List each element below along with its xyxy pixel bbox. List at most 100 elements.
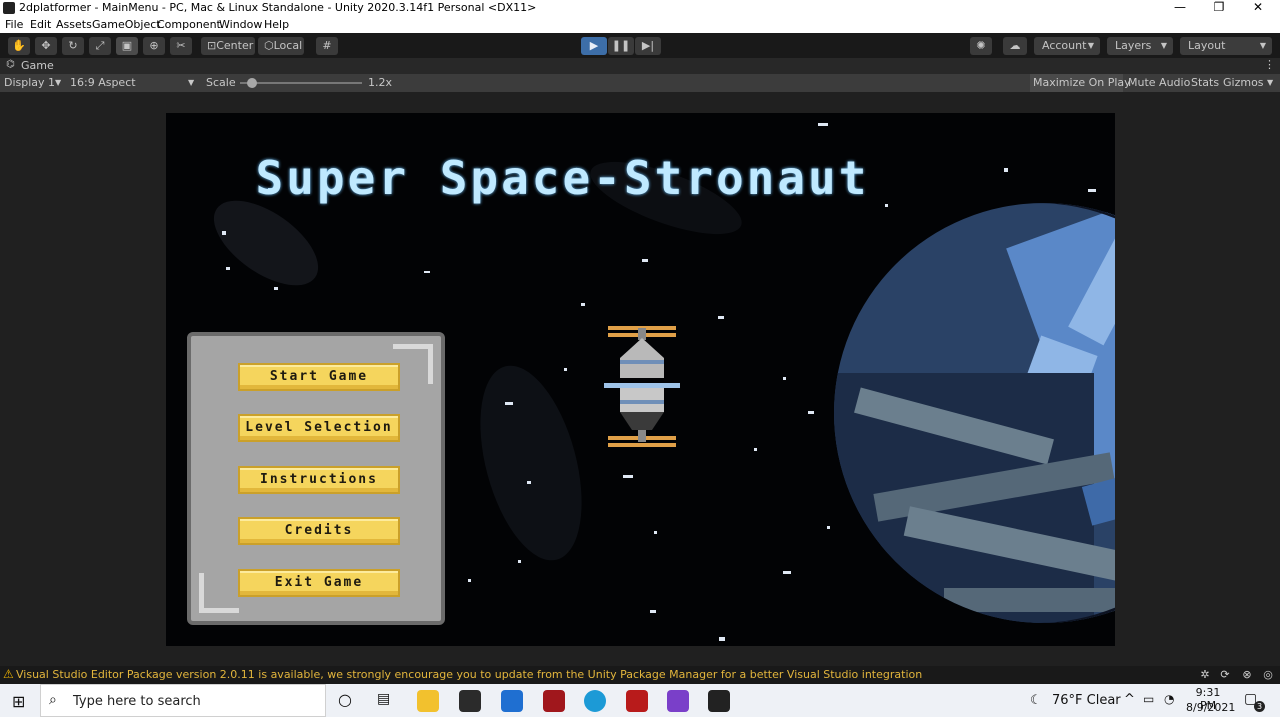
panel-corner-decoration [199,573,239,613]
gizmos-dropdown[interactable]: Gizmos [1223,76,1264,89]
star [818,123,828,126]
rotate-tool-icon[interactable]: ↻ [62,37,84,55]
mute-audio-toggle[interactable]: Mute Audio [1128,76,1190,89]
planet-image [834,203,1115,623]
game-app-icon[interactable] [626,690,648,712]
windows-start-icon[interactable]: ⊞ [12,692,25,711]
menu-component[interactable]: Component [157,18,221,31]
scale-slider-track[interactable] [240,82,362,84]
game-render-area[interactable]: Super Space-Stronaut Start Game Level Se [166,113,1115,646]
account-dropdown[interactable]: Account ▼ [1034,37,1100,55]
layout-dropdown[interactable]: Layout ▼ [1180,37,1272,55]
menu-window[interactable]: Window [219,18,262,31]
tab-menu-icon[interactable]: ⋮ [1264,58,1275,71]
taskbar-search-box[interactable]: ⌕ Type here to search [40,684,326,717]
grid-snap-icon[interactable]: # [316,37,338,55]
pause-button[interactable]: ❚❚ [608,37,634,55]
chevron-up-icon[interactable]: ^ [1124,692,1135,707]
console-status-bar[interactable]: ⚠ Visual Studio Editor Package version 2… [0,666,1280,684]
scale-tool-icon[interactable]: ⤢ [89,37,111,55]
menu-help[interactable]: Help [264,18,289,31]
scale-slider-thumb[interactable] [247,78,258,88]
menu-edit[interactable]: Edit [30,18,51,31]
star [274,287,278,290]
star [654,531,657,534]
game-tab-row: ⌬ Game ⋮ [0,58,1280,74]
tab-game[interactable]: Game [21,59,54,72]
task-view-icon[interactable]: ▤ [377,691,390,707]
star [642,259,648,262]
window-title: 2dplatformer - MainMenu - PC, Mac & Linu… [19,1,537,14]
wifi-icon[interactable]: ◔ [1164,692,1174,706]
minimize-button[interactable]: — [1160,0,1200,16]
store-icon[interactable] [459,690,481,712]
pivot-local-toggle[interactable]: ⬡Local [258,37,304,55]
star [650,610,656,613]
rect-tool-icon[interactable]: ▣ [116,37,138,55]
debug-icon[interactable]: ✲ [1198,668,1212,682]
display-select[interactable]: Display 1 [4,76,55,89]
pivot-label: Center [216,39,254,52]
unity-icon[interactable] [708,690,730,712]
menu-bar: File Edit Assets GameObject Component Wi… [0,16,1280,33]
hand-tool-icon[interactable]: ✋ [8,37,30,55]
cortana-icon[interactable]: ○ [338,690,352,709]
cloud-icon[interactable]: ☁ [1003,37,1027,55]
collab-icon[interactable]: ✺ [970,37,992,55]
star [564,368,567,371]
settings-icon[interactable]: ◎ [1261,668,1275,682]
status-message[interactable]: Visual Studio Editor Package version 2.0… [16,668,922,681]
visual-studio-icon[interactable] [667,690,689,712]
window-title-bar: 2dplatformer - MainMenu - PC, Mac & Linu… [0,0,1280,16]
local-icon: ⬡ [264,39,274,52]
exit-game-button[interactable]: Exit Game [238,569,400,597]
clock-date[interactable]: 8/9/2021 [1186,701,1235,714]
star [468,579,471,582]
menu-gameobject[interactable]: GameObject [92,18,161,31]
spaceship-sprite [604,326,680,447]
main-toolbar: ✋ ✥ ↻ ⤢ ▣ ⊕ ✂ ⊡Center ⬡Local # ▶ ❚❚ ▶| ✺… [0,33,1280,58]
layout-label: Layout [1188,39,1226,52]
move-tool-icon[interactable]: ✥ [35,37,57,55]
space-label: Local [273,39,303,52]
chevron-down-icon: ▼ [188,78,195,87]
mail-icon[interactable] [501,690,523,712]
play-button[interactable]: ▶ [581,37,607,55]
cache-icon[interactable]: ⊗ [1240,668,1254,682]
battery-icon[interactable]: ▭ [1143,692,1154,706]
menu-assets[interactable]: Assets [56,18,92,31]
weather-text[interactable]: 76°F Clear [1052,693,1121,708]
gamepad-icon: ⌬ [6,59,15,70]
play-icon: ▶ [589,39,599,52]
start-game-button[interactable]: Start Game [238,363,400,391]
scale-label: Scale [206,76,236,89]
custom-tool-icon[interactable]: ✂ [170,37,192,55]
star [719,637,725,641]
layers-dropdown[interactable]: Layers ▼ [1107,37,1173,55]
search-icon: ⌕ [49,692,57,708]
level-selection-button[interactable]: Level Selection [238,414,400,442]
step-button[interactable]: ▶| [635,37,661,55]
stats-toggle[interactable]: Stats [1191,76,1219,89]
progress-icon[interactable]: ⟳ [1218,668,1232,682]
pivot-icon: ⊡ [207,39,217,52]
pivot-center-toggle[interactable]: ⊡Center [201,37,255,55]
menu-file[interactable]: File [5,18,23,31]
credits-button[interactable]: Credits [238,517,400,545]
game-title: Super Space-Stronaut [255,151,870,205]
restore-button[interactable]: ❐ [1199,0,1239,16]
star [518,560,521,563]
step-icon: ▶| [641,39,655,52]
edge-icon[interactable] [584,690,606,712]
game-app-icon[interactable] [543,690,565,712]
file-explorer-icon[interactable] [417,690,439,712]
aspect-select[interactable]: 16:9 Aspect [70,76,136,89]
instructions-button[interactable]: Instructions [238,466,400,494]
close-button[interactable]: ✕ [1238,0,1278,16]
maximize-on-play-toggle[interactable]: Maximize On Play [1030,74,1131,92]
chevron-down-icon: ▼ [1087,41,1094,50]
star [827,526,830,529]
transform-tool-icon[interactable]: ⊕ [143,37,165,55]
star [623,475,633,478]
main-menu-panel: Start Game Level Selection Instructions … [187,332,445,625]
